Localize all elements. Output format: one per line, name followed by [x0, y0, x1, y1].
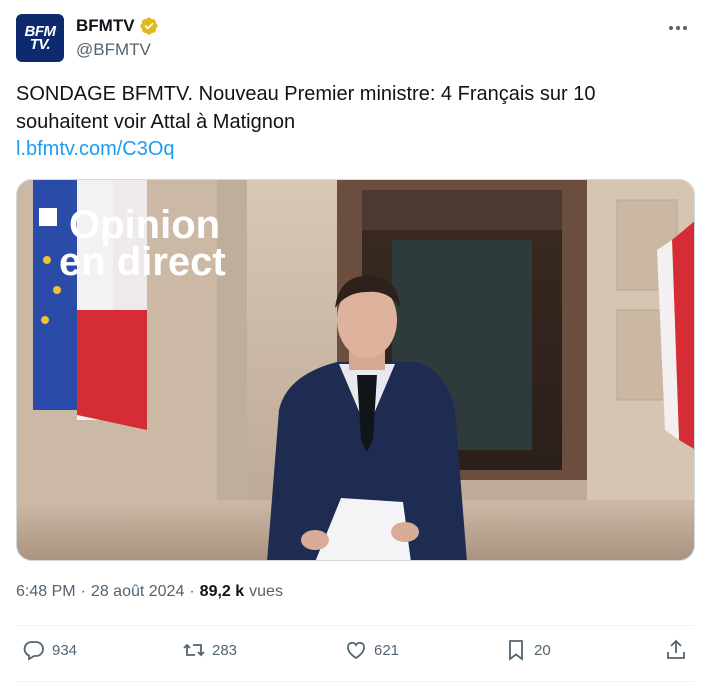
verified-badge-icon[interactable] — [139, 16, 159, 36]
like-button[interactable]: 621 — [344, 638, 399, 662]
heart-icon — [347, 641, 365, 660]
reply-count: 934 — [52, 641, 78, 659]
share-button[interactable] — [664, 638, 694, 662]
repost-icon — [183, 643, 205, 657]
avatar[interactable]: BFM TV. — [16, 14, 64, 62]
bookmark-count: 20 — [534, 641, 551, 659]
repost-count: 283 — [212, 641, 238, 659]
views-label: vues — [249, 583, 283, 600]
tweet-date[interactable]: 28 août 2024 — [91, 583, 184, 601]
bookmark-button[interactable]: 20 — [504, 638, 551, 662]
tweet-meta: 6:48 PM · 28 août 2024 · 89,2 k vues — [16, 583, 283, 601]
more-icon[interactable] — [666, 18, 690, 38]
handle[interactable]: @BFMTV — [76, 40, 151, 60]
repost-button[interactable]: 283 — [182, 638, 237, 662]
overlay-title-line2: en direct — [59, 240, 226, 284]
separator: · — [189, 583, 195, 600]
tweet-header: BFM TV. BFMTV @BFMTV — [16, 14, 694, 62]
like-count: 621 — [374, 641, 400, 659]
media-photo: Opinion en direct — [17, 180, 694, 560]
tweet-link[interactable]: l.bfmtv.com/C3Oq — [16, 138, 175, 161]
share-icon — [667, 639, 685, 659]
reply-icon — [23, 641, 44, 661]
action-bar: 934 283 621 20 — [16, 626, 694, 682]
bookmark-icon — [509, 640, 523, 661]
tweet-text: SONDAGE BFMTV. Nouveau Premier ministre:… — [16, 83, 596, 133]
avatar-logo: BFM TV. — [25, 24, 57, 52]
name-row: BFMTV — [76, 16, 159, 36]
reply-button[interactable]: 934 — [22, 638, 77, 662]
views-count[interactable]: 89,2 k — [200, 583, 244, 601]
tweet-media-image[interactable]: Opinion en direct — [16, 179, 695, 561]
divider — [16, 681, 694, 682]
tweet-time[interactable]: 6:48 PM — [16, 583, 76, 601]
separator: · — [80, 583, 86, 600]
display-name[interactable]: BFMTV — [76, 16, 135, 36]
